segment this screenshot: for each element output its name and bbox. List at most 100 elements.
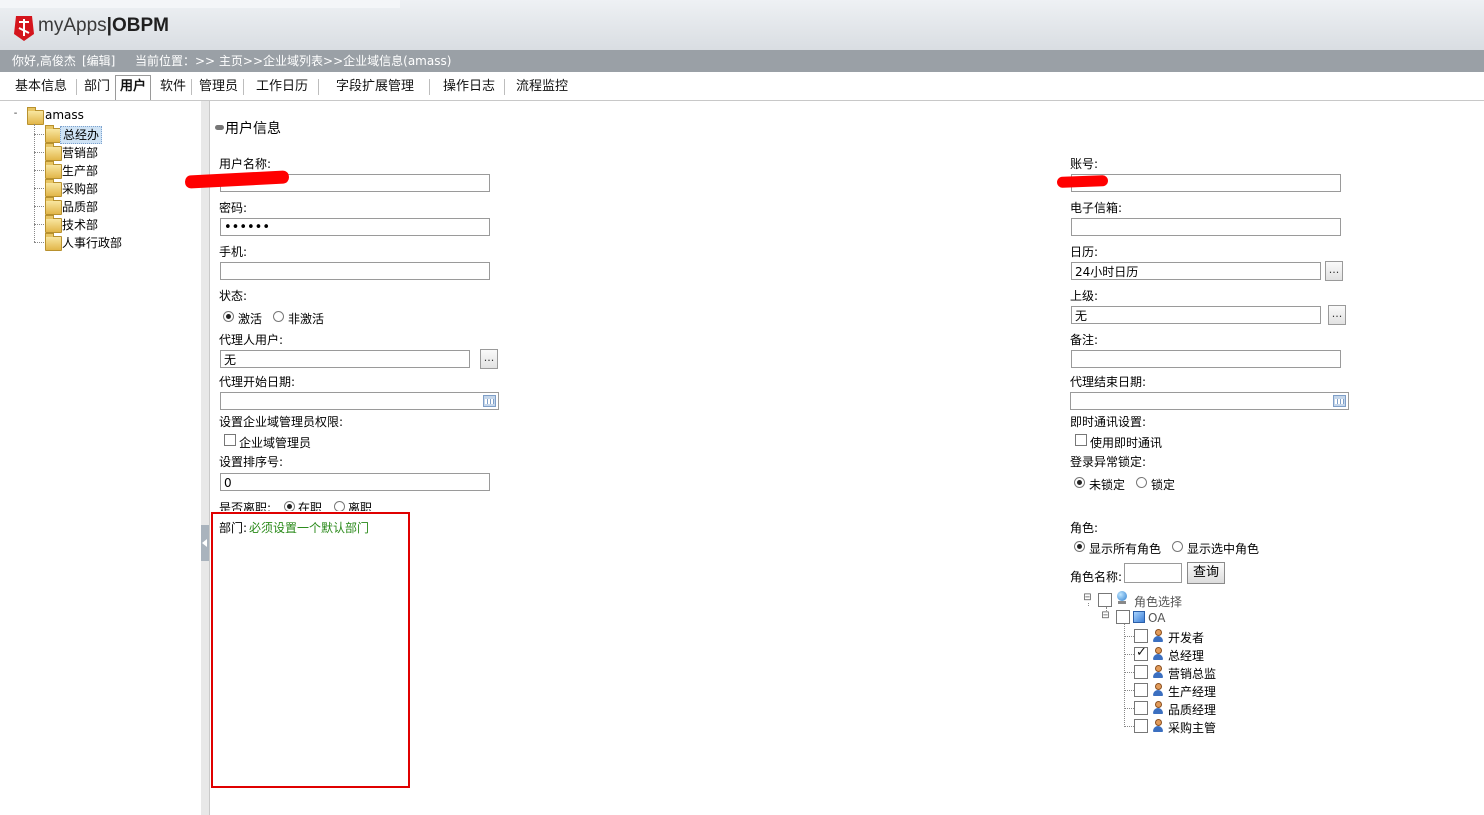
status-active-radio[interactable] bbox=[223, 311, 234, 322]
tab-work-calendar[interactable]: 工作日历 bbox=[252, 76, 312, 98]
tree-item-general-office[interactable]: 总经办 bbox=[60, 126, 103, 144]
role-root-checkbox[interactable] bbox=[1098, 593, 1112, 607]
locked-label: 锁定 bbox=[1151, 478, 1176, 492]
greeting-text: 你好,高俊杰 bbox=[12, 54, 76, 68]
calendar-select-button[interactable]: ... bbox=[1325, 261, 1343, 281]
tab-user[interactable]: 用户 bbox=[115, 75, 152, 100]
person-icon bbox=[1152, 647, 1164, 661]
breadcrumb: 当前位置：>> 主页>>企业域列表>>企业域信息(amass) bbox=[135, 54, 452, 68]
status-inactive-radio[interactable] bbox=[273, 311, 284, 322]
status-inactive-label: 非激活 bbox=[288, 312, 325, 326]
unlocked-label: 未锁定 bbox=[1089, 478, 1126, 492]
tab-field-extension[interactable]: 字段扩展管理 bbox=[332, 76, 418, 98]
username-label: 用户名称: bbox=[219, 157, 272, 171]
account-input[interactable] bbox=[1071, 174, 1341, 192]
proxy-user-label: 代理人用户: bbox=[219, 333, 284, 347]
role-developer-checkbox[interactable] bbox=[1134, 629, 1148, 643]
role-name-label: 角色名称: bbox=[1070, 570, 1123, 584]
email-label: 电子信箱: bbox=[1070, 201, 1123, 215]
tab-software[interactable]: 软件 bbox=[156, 76, 190, 98]
employed-radio[interactable] bbox=[284, 501, 295, 511]
role-label: 角色: bbox=[1070, 521, 1099, 535]
role-gm-checkbox[interactable] bbox=[1134, 645, 1148, 661]
calendar-icon[interactable] bbox=[483, 395, 496, 407]
calendar-label: 日历: bbox=[1070, 245, 1099, 259]
remark-input[interactable] bbox=[1071, 350, 1341, 368]
collapse-icon[interactable]: - bbox=[11, 109, 20, 119]
department-tree-panel bbox=[0, 101, 202, 815]
edit-profile-link[interactable]: [编辑] bbox=[82, 50, 115, 72]
role-marketing-director-label: 营销总监 bbox=[1168, 667, 1217, 681]
section-title: 用户信息 bbox=[225, 121, 281, 137]
proxy-user-input[interactable]: 无 bbox=[220, 350, 470, 368]
resign-label: 是否离职: bbox=[219, 501, 272, 511]
calendar-icon[interactable] bbox=[1333, 395, 1346, 407]
superior-select-button[interactable]: ... bbox=[1328, 305, 1346, 325]
im-settings-label: 即时通讯设置: bbox=[1070, 415, 1147, 429]
panel-splitter[interactable] bbox=[201, 101, 210, 815]
superior-label: 上级: bbox=[1070, 289, 1099, 303]
tab-admin[interactable]: 管理员 bbox=[195, 76, 242, 98]
employed-label: 在职 bbox=[298, 501, 323, 511]
sort-number-input[interactable]: 0 bbox=[220, 473, 490, 491]
tree-item-technology[interactable]: 技术部 bbox=[60, 217, 100, 233]
use-im-checkbox[interactable] bbox=[1075, 434, 1087, 446]
calendar-input[interactable]: 24小时日历 bbox=[1071, 262, 1321, 280]
collapse-icon[interactable]: ⊟ bbox=[1101, 611, 1110, 621]
show-all-roles-radio[interactable] bbox=[1074, 541, 1085, 552]
person-icon bbox=[1152, 719, 1164, 733]
email-input[interactable] bbox=[1071, 218, 1341, 236]
highlight-box bbox=[211, 512, 410, 788]
tree-root-amass[interactable]: amass bbox=[43, 107, 86, 123]
role-purchasing-supervisor-checkbox[interactable] bbox=[1134, 719, 1148, 733]
tab-bar: 基本信息 部门 用户 软件 管理员 工作日历 字段扩展管理 操作日志 流程监控 bbox=[0, 72, 1484, 101]
resigned-radio[interactable] bbox=[334, 501, 345, 511]
tree-item-purchasing[interactable]: 采购部 bbox=[60, 181, 100, 197]
domain-admin-label: 企业域管理员 bbox=[239, 436, 312, 450]
role-purchasing-supervisor-label: 采购主管 bbox=[1168, 721, 1217, 735]
password-input[interactable]: •••••• bbox=[220, 218, 490, 236]
cube-icon bbox=[1133, 611, 1145, 623]
role-production-manager-label: 生产经理 bbox=[1168, 685, 1217, 699]
sort-label: 设置排序号: bbox=[219, 455, 284, 469]
tree-item-hr-admin[interactable]: 人事行政部 bbox=[60, 235, 124, 251]
query-button[interactable]: 查询 bbox=[1187, 562, 1226, 584]
person-icon bbox=[1152, 683, 1164, 697]
role-quality-manager-label: 品质经理 bbox=[1168, 703, 1217, 717]
role-group-oa-checkbox[interactable] bbox=[1116, 610, 1130, 624]
role-name-input[interactable] bbox=[1124, 563, 1182, 583]
role-developer-label: 开发者 bbox=[1168, 631, 1205, 645]
top-strip bbox=[0, 0, 400, 8]
show-selected-roles-radio[interactable] bbox=[1172, 541, 1183, 552]
person-icon bbox=[1152, 665, 1164, 679]
collapse-icon[interactable]: ⊟ bbox=[1083, 593, 1092, 603]
superior-input[interactable]: 无 bbox=[1071, 306, 1321, 324]
tree-item-production[interactable]: 生产部 bbox=[60, 163, 100, 179]
mobile-input[interactable] bbox=[220, 262, 490, 280]
tree-item-marketing[interactable]: 营销部 bbox=[60, 145, 100, 161]
proxy-user-select-button[interactable]: ... bbox=[480, 349, 498, 369]
globe-icon bbox=[1116, 591, 1128, 605]
logo-text: myApps bbox=[38, 15, 107, 36]
login-lock-label: 登录异常锁定: bbox=[1070, 455, 1147, 469]
role-root-label: 角色选择 bbox=[1134, 595, 1183, 609]
collapse-sidebar-button[interactable] bbox=[201, 525, 209, 561]
show-selected-roles-label: 显示选中角色 bbox=[1187, 542, 1260, 556]
role-quality-manager-checkbox[interactable] bbox=[1134, 701, 1148, 715]
person-icon bbox=[1152, 701, 1164, 715]
redaction-mark bbox=[1056, 175, 1109, 188]
role-production-manager-checkbox[interactable] bbox=[1134, 683, 1148, 697]
domain-admin-checkbox[interactable] bbox=[224, 434, 236, 446]
tab-department[interactable]: 部门 bbox=[80, 76, 114, 98]
tab-process-monitor[interactable]: 流程监控 bbox=[512, 76, 572, 98]
tree-item-quality[interactable]: 品质部 bbox=[60, 199, 100, 215]
proxy-end-date-input[interactable] bbox=[1070, 392, 1349, 410]
tab-basic-info[interactable]: 基本信息 bbox=[11, 76, 71, 98]
admin-permission-label: 设置企业域管理员权限: bbox=[219, 415, 344, 429]
proxy-start-date-input[interactable] bbox=[220, 392, 499, 410]
role-marketing-director-checkbox[interactable] bbox=[1134, 665, 1148, 679]
tab-operation-log[interactable]: 操作日志 bbox=[439, 76, 499, 98]
status-bar: 你好,高俊杰 [编辑] 当前位置：>> 主页>>企业域列表>>企业域信息(ama… bbox=[0, 50, 1484, 72]
locked-radio[interactable] bbox=[1136, 477, 1147, 488]
unlocked-radio[interactable] bbox=[1074, 477, 1085, 488]
